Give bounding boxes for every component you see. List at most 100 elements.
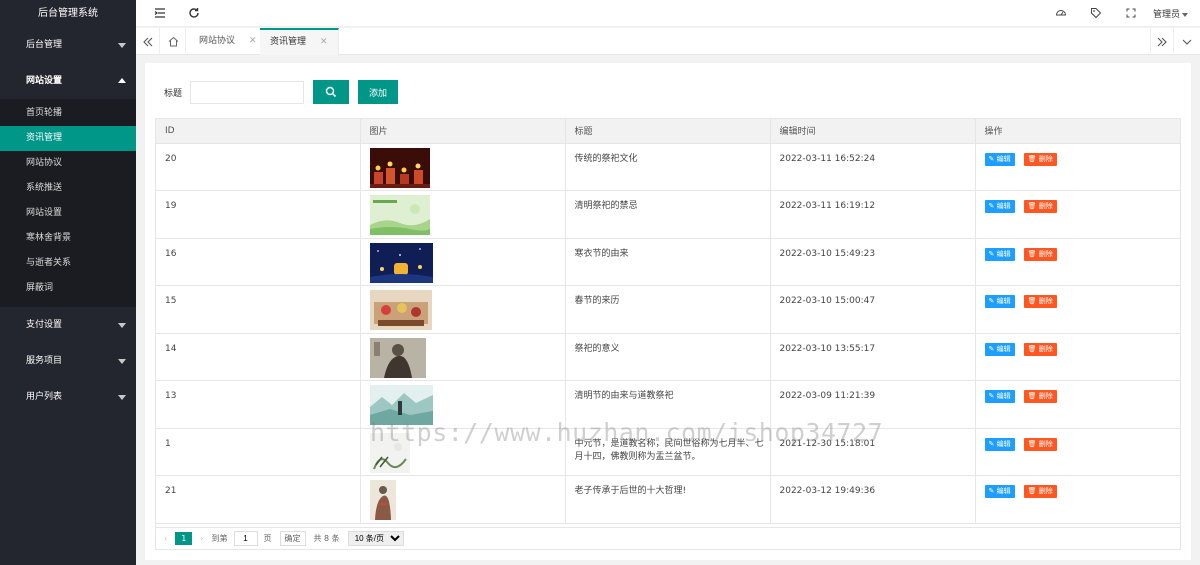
cell-id: 15 [156,285,361,334]
news-thumbnail-image[interactable] [369,385,433,425]
cell-actions: ✎ 编辑 🗑 删除 [975,238,1180,286]
sidebar-item-blocked-words[interactable]: 屏蔽词 [0,276,136,301]
edit-label: 编辑 [996,249,1011,258]
title-search-input[interactable] [190,80,304,104]
sidebar-item-relation[interactable]: 与逝者关系 [0,251,136,276]
cell-actions: ✎ 编辑 🗑 删除 [975,475,1180,524]
column-header-id[interactable]: ID [156,119,361,144]
cell-id: 1 [156,428,361,476]
sidebar-item-system-push[interactable]: 系统推送 [0,176,136,201]
cell-edit-time: 2022-03-10 15:49:23 [770,238,976,286]
edit-button[interactable]: ✎ 编辑 [984,295,1015,308]
next-page-icon[interactable]: › [200,534,203,543]
edit-label: 编辑 [996,202,1011,210]
cell-id: 13 [156,380,361,429]
edit-button[interactable]: ✎ 编辑 [984,437,1015,451]
cell-image [360,475,566,524]
cell-actions: ✎ 编辑 🗑 删除 [975,428,1180,476]
chevron-down-icon [118,359,126,364]
page-size-select[interactable]: 10 条/页 [347,531,404,546]
delete-label: 删除 [1038,439,1053,448]
search-button[interactable] [313,80,349,104]
close-icon[interactable]: ✕ [249,36,257,46]
sidebar-item-news-management[interactable]: 资讯管理 [0,126,136,151]
tabs-scroll-right-button[interactable] [1150,28,1174,55]
column-header-title[interactable]: 标题 [565,119,771,144]
pagination: ‹ 1 › 到第 页 确定 共 8 条 10 条/页 [156,527,1180,549]
tab-site-agreement[interactable]: 网站协议 ✕ [189,28,268,55]
cell-id: 20 [156,143,361,191]
total-count: 共 8 条 [313,534,340,543]
chevron-down-icon [118,43,126,48]
sidebar-item-home-carousel[interactable]: 首页轮播 [0,101,136,126]
cell-title: 春节的来历 [565,285,771,334]
news-thumbnail-image[interactable] [369,432,410,473]
delete-button[interactable]: 🗑 删除 [1023,295,1057,308]
add-button[interactable]: 添加 [358,80,399,104]
nav-group-label: 支付设置 [26,320,63,330]
cell-edit-time: 2022-03-11 16:19:12 [770,190,976,239]
news-thumbnail-image[interactable] [369,242,433,283]
column-header-edit-time[interactable]: 编辑时间 [770,119,976,144]
sidebar-item-background[interactable]: 寒林舍背景 [0,226,136,251]
tabs-options-button[interactable] [1175,28,1199,55]
edit-button[interactable]: ✎ 编辑 [984,390,1015,403]
chevron-up-icon [118,78,126,83]
news-thumbnail-image[interactable] [369,480,396,520]
admin-menu[interactable]: 管理员 [1153,7,1188,20]
delete-button[interactable]: 🗑 删除 [1023,200,1057,213]
top-header: 管理员 [136,0,1200,27]
delete-button[interactable]: 🗑 删除 [1023,485,1057,498]
refresh-icon[interactable] [188,7,201,20]
edit-button[interactable]: ✎ 编辑 [984,200,1015,213]
sidebar-item-site-agreement[interactable]: 网站协议 [0,151,136,176]
nav-group-users[interactable]: 用户列表 [0,379,136,415]
delete-button[interactable]: 🗑 删除 [1023,247,1057,261]
nav-group-backend[interactable]: 后台管理 [0,27,136,63]
edit-button[interactable]: ✎ 编辑 [984,247,1015,261]
edit-button[interactable]: ✎ 编辑 [984,152,1015,166]
delete-button[interactable]: 🗑 删除 [1023,342,1057,356]
cell-edit-time: 2022-03-10 15:00:47 [770,285,976,334]
nav-group-label: 网站设置 [26,76,63,86]
theme-icon[interactable] [1055,7,1068,20]
news-thumbnail-image[interactable] [369,147,430,188]
nav-group-label: 后台管理 [26,40,63,50]
edit-button[interactable]: ✎ 编辑 [984,485,1015,498]
delete-label: 删除 [1038,154,1053,163]
cell-image [360,285,566,334]
prev-page-icon[interactable]: ‹ [164,534,167,543]
nav-group-payment[interactable]: 支付设置 [0,307,136,343]
current-page[interactable]: 1 [175,532,193,545]
nav-group-site-settings[interactable]: 网站设置 [0,63,136,99]
column-header-image[interactable]: 图片 [360,119,566,144]
delete-button[interactable]: 🗑 删除 [1023,390,1057,403]
menu-toggle-icon[interactable] [154,7,167,20]
table-row: 13 清明节的由来与道教祭祀 2022-03-09 11:21:39 ✎ 编辑 🗑 删除 [156,380,1180,429]
search-icon [325,86,337,98]
page-number-input[interactable] [233,531,258,546]
cell-edit-time: 2022-03-11 16:52:24 [770,143,976,191]
chevron-down-icon [118,323,126,328]
nav-group-label: 服务项目 [26,356,63,366]
home-tab-button[interactable] [162,28,186,55]
close-icon[interactable]: ✕ [320,37,328,47]
delete-button[interactable]: 🗑 删除 [1023,152,1057,166]
nav-group-services[interactable]: 服务项目 [0,343,136,379]
edit-label: 编辑 [996,154,1011,163]
delete-button[interactable]: 🗑 删除 [1023,437,1057,451]
app-logo-title: 后台管理系统 [38,8,98,19]
news-thumbnail-image[interactable] [369,337,426,378]
news-thumbnail-image[interactable] [369,290,432,330]
news-thumbnail-image[interactable] [369,195,430,235]
tab-news-management[interactable]: 资讯管理 ✕ [260,28,339,55]
cell-edit-time: 2022-03-12 19:49:36 [770,475,976,524]
edit-label: 编辑 [996,439,1011,448]
tag-icon[interactable] [1090,7,1103,20]
edit-button[interactable]: ✎ 编辑 [984,342,1015,356]
sidebar-item-site-settings[interactable]: 网站设置 [0,201,136,226]
fullscreen-icon[interactable] [1125,7,1138,20]
confirm-page-button[interactable]: 确定 [279,531,306,546]
column-header-actions: 操作 [975,119,1180,144]
tabs-scroll-left-button[interactable] [136,28,160,55]
